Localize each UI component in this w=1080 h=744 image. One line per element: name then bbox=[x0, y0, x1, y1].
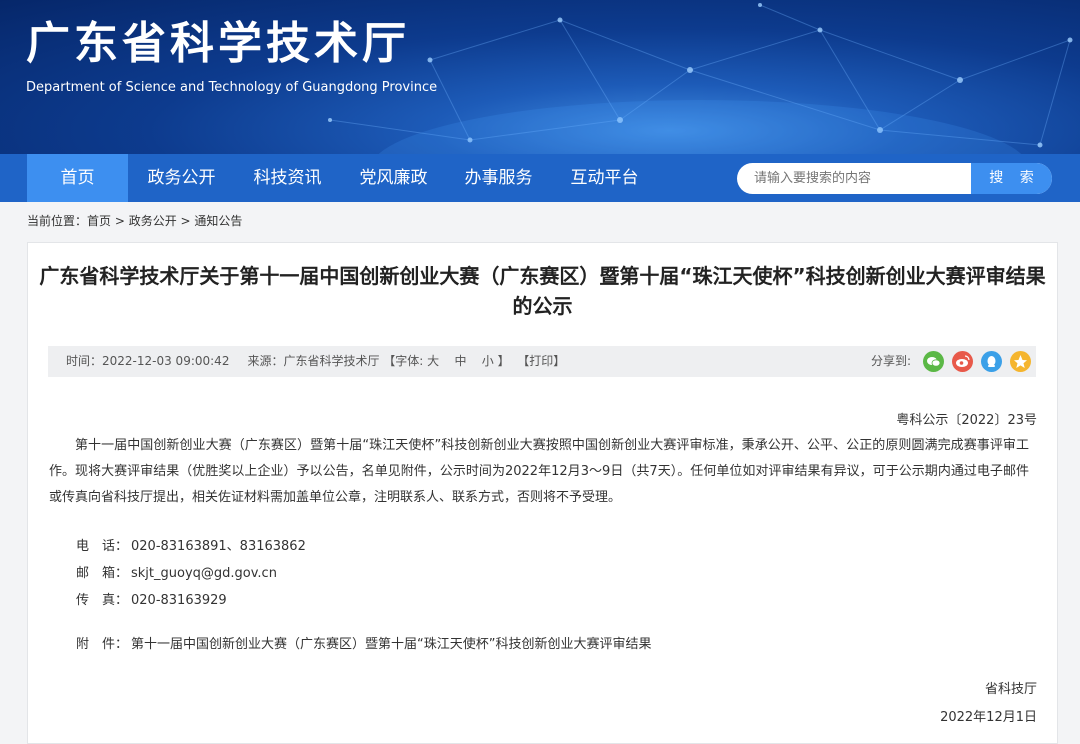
nav-item-interaction[interactable]: 互动平台 bbox=[554, 154, 655, 202]
contact-phone-label: 电 话： bbox=[76, 539, 129, 554]
weibo-icon[interactable] bbox=[952, 351, 973, 372]
publish-time: 时间：2022-12-03 09:00:42 bbox=[66, 354, 230, 368]
site-banner: 广东省科学技术厅 Department of Science and Techn… bbox=[0, 0, 1080, 154]
signature-date: 2022年12月1日 bbox=[940, 710, 1037, 725]
font-size-label: 【字体: bbox=[383, 354, 424, 368]
nav-item-services[interactable]: 办事服务 bbox=[448, 154, 549, 202]
font-large-button[interactable]: 大 bbox=[427, 354, 439, 368]
contact-email-label: 邮 箱： bbox=[76, 566, 129, 581]
breadcrumb-separator: > bbox=[111, 214, 129, 228]
main-nav: 首页 政务公开 科技资讯 党风廉政 办事服务 互动平台 搜 索 bbox=[0, 154, 1080, 202]
nav-item-integrity[interactable]: 党风廉政 bbox=[343, 154, 444, 202]
breadcrumb-home[interactable]: 首页 bbox=[87, 214, 111, 228]
article-paragraph: 第十一届中国创新创业大赛（广东赛区）暨第十届“珠江天使杯”科技创新创业大赛按照中… bbox=[49, 438, 1029, 505]
signature: 省科技厅 bbox=[984, 682, 1037, 697]
search-input[interactable] bbox=[737, 163, 971, 194]
font-size-close: 】 bbox=[497, 354, 510, 368]
breadcrumb-separator: > bbox=[176, 214, 195, 228]
search-button[interactable]: 搜 索 bbox=[971, 163, 1052, 194]
breadcrumb-government-affairs[interactable]: 政务公开 bbox=[129, 214, 177, 228]
contact-email: 邮 箱： skjt_guoyq@gd.gov.cn bbox=[76, 562, 277, 581]
article-source: 来源：广东省科学技术厅 bbox=[247, 354, 380, 368]
qzone-icon[interactable] bbox=[1010, 351, 1031, 372]
breadcrumb-prefix: 当前位置： bbox=[27, 214, 88, 228]
article-title: 广东省科学技术厅关于第十一届中国创新创业大赛（广东赛区）暨第十届“珠江天使杯”科… bbox=[39, 264, 1046, 318]
attachment: 附 件： 第十一届中国创新创业大赛（广东赛区）暨第十届“珠江天使杯”科技创新创业大… bbox=[76, 633, 651, 652]
breadcrumb: 当前位置：首页 > 政务公开 > 通知公告 bbox=[27, 212, 242, 229]
search-box: 搜 索 bbox=[737, 163, 1052, 194]
share-label: 分享到: bbox=[871, 354, 912, 368]
contact-fax-label: 传 真： bbox=[76, 593, 129, 608]
nav-item-tech-news[interactable]: 科技资讯 bbox=[237, 154, 338, 202]
site-subtitle: Department of Science and Technology of … bbox=[26, 80, 438, 95]
contact-fax-value: 020-83163929 bbox=[131, 593, 227, 608]
font-small-button[interactable]: 小 bbox=[482, 354, 494, 368]
qq-icon[interactable] bbox=[981, 351, 1002, 372]
contact-email-value[interactable]: skjt_guoyq@gd.gov.cn bbox=[131, 566, 277, 581]
contact-fax: 传 真： 020-83163929 bbox=[76, 589, 227, 608]
attachment-link[interactable]: 第十一届中国创新创业大赛（广东赛区）暨第十届“珠江天使杯”科技创新创业大赛评审结… bbox=[131, 637, 651, 652]
wechat-icon[interactable] bbox=[923, 351, 944, 372]
site-title: 广东省科学技术厅 bbox=[26, 18, 410, 69]
breadcrumb-notices[interactable]: 通知公告 bbox=[194, 214, 242, 228]
font-medium-button[interactable]: 中 bbox=[454, 354, 466, 368]
print-button[interactable]: 【打印】 bbox=[517, 354, 565, 368]
contact-phone-value: 020-83163891、83163862 bbox=[131, 539, 306, 554]
article-card: 广东省科学技术厅关于第十一届中国创新创业大赛（广东赛区）暨第十届“珠江天使杯”科… bbox=[27, 242, 1058, 744]
nav-item-home[interactable]: 首页 bbox=[27, 154, 128, 202]
document-number: 粤科公示〔2022〕23号 bbox=[896, 413, 1037, 428]
article-meta-bar: 时间：2022-12-03 09:00:42 来源：广东省科学技术厅 【字体: 大… bbox=[48, 346, 1036, 377]
contact-phone: 电 话： 020-83163891、83163862 bbox=[76, 535, 306, 554]
nav-item-government-affairs[interactable]: 政务公开 bbox=[131, 154, 232, 202]
attachment-label: 附 件： bbox=[76, 637, 129, 652]
